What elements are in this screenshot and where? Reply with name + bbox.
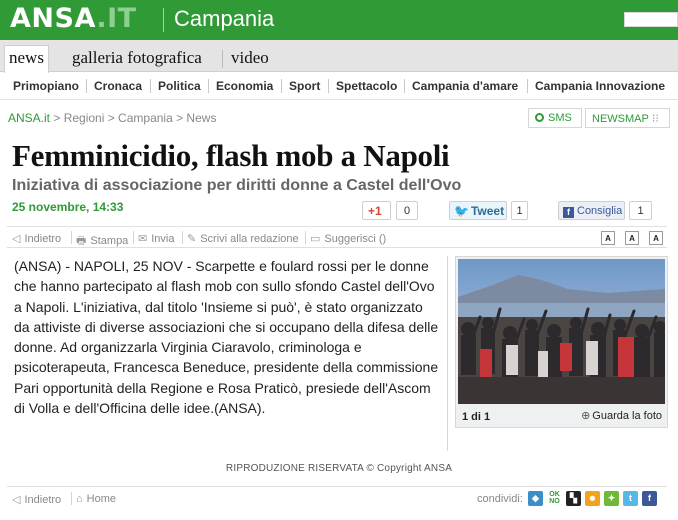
- newsmap-button[interactable]: NEWSMAP ⁝⁝: [585, 108, 670, 128]
- delicious-icon[interactable]: ◆: [528, 491, 543, 506]
- site-header: ANSA.IT Campania: [0, 0, 678, 40]
- delicious-squares-icon[interactable]: ▚: [566, 491, 581, 506]
- nav-spettacolo[interactable]: Spettacolo: [336, 79, 397, 93]
- write-editor-label: Scrivi alla redazione: [200, 233, 299, 245]
- bottom-toolbar: ◁ Indietro ⌂ Home condividi: ◆ OK NO ▚ ☻ ✦ …: [7, 486, 667, 508]
- sms-label: SMS: [548, 112, 572, 124]
- tweet-count: 1: [511, 201, 528, 220]
- twitter-icon[interactable]: t: [623, 491, 638, 506]
- breadcrumb-home[interactable]: ANSA.it: [8, 111, 50, 125]
- toolbar-divider: [305, 231, 306, 244]
- copyright-notice: RIPRODUZIONE RISERVATA © Copyright ANSA: [225, 463, 453, 474]
- section-tabs: news galleria fotografica video: [0, 40, 678, 73]
- magnifier-icon: ⊕: [581, 410, 591, 422]
- article-subtitle: Iniziativa di associazione per diritti d…: [12, 177, 462, 194]
- facebook-icon: f: [563, 207, 574, 218]
- printer-icon: 🖶: [76, 235, 87, 247]
- nav-primopiano[interactable]: Primopiano: [13, 79, 79, 93]
- print-label: Stampa: [90, 235, 129, 247]
- logo-suffix: .IT: [96, 3, 137, 34]
- home-icon: ⌂: [76, 493, 83, 505]
- pencil-icon: ✎: [187, 233, 197, 245]
- toolbar-divider: [71, 231, 72, 244]
- speech-bubble-icon: ▭: [310, 233, 321, 245]
- toolbar-divider: [182, 231, 183, 244]
- header-search-input[interactable]: [624, 12, 678, 27]
- tweet-button[interactable]: 🐦 Tweet: [449, 201, 507, 220]
- nav-divider: [328, 79, 329, 93]
- nav-economia[interactable]: Economia: [216, 79, 273, 93]
- photo-counter: 1 di 1: [462, 411, 491, 423]
- gplus-button[interactable]: +1: [362, 201, 391, 220]
- bottom-back-link[interactable]: ◁ Indietro: [12, 493, 61, 506]
- nav-divider: [150, 79, 151, 93]
- toolbar-divider: [133, 231, 134, 244]
- article-body: (ANSA) - NAPOLI, 25 NOV - Scarpette e fo…: [14, 258, 439, 417]
- send-link[interactable]: ✉ Invia: [138, 232, 174, 245]
- article-title: Femminicidio, flash mob a Napoli: [12, 138, 450, 173]
- nav-campania-innovazione[interactable]: Campania Innovazione: [535, 79, 665, 93]
- home-label: Home: [86, 493, 116, 505]
- share-label: condividi:: [477, 493, 523, 505]
- nav-sport[interactable]: Sport: [289, 79, 320, 93]
- nav-divider: [86, 79, 87, 93]
- font-increase-button[interactable]: A: [649, 231, 663, 245]
- nav-politica[interactable]: Politica: [158, 79, 201, 93]
- logo-main: ANSA: [10, 3, 97, 34]
- toolbar-divider: [71, 492, 72, 505]
- bottom-back-label: Indietro: [24, 494, 62, 506]
- oknotizie-icon[interactable]: OK NO: [547, 491, 562, 506]
- digg-icon[interactable]: ☻: [585, 491, 600, 506]
- nav-divider: [208, 79, 209, 93]
- article-toolbar: ◁ Indietro 🖶 Stampa ✉ Invia ✎ Scrivi alla re…: [7, 226, 667, 248]
- column-divider: [447, 256, 448, 451]
- suggest-link[interactable]: ▭ Suggerisci (): [310, 232, 386, 245]
- newsmap-icon: ⁝⁝: [651, 113, 659, 125]
- write-editor-link[interactable]: ✎ Scrivi alla redazione: [187, 232, 299, 245]
- sms-icon: [535, 113, 544, 122]
- view-photo-label: Guarda la foto: [592, 410, 662, 422]
- nav-divider: [527, 79, 528, 93]
- nav-cronaca[interactable]: Cronaca: [94, 79, 142, 93]
- view-photo-link[interactable]: ⊕ Guarda la foto: [581, 409, 662, 422]
- facebook-like-button[interactable]: f Consiglia: [558, 201, 625, 220]
- facebook-share-icon[interactable]: f: [642, 491, 657, 506]
- breadcrumb-path[interactable]: > Regioni > Campania > News: [50, 111, 216, 125]
- tab-divider: [222, 50, 223, 68]
- nav-divider: [281, 79, 282, 93]
- envelope-icon: ✉: [138, 233, 148, 245]
- sms-button[interactable]: SMS: [528, 108, 582, 128]
- back-arrow-icon: ◁: [12, 233, 21, 245]
- nav-campania-damare[interactable]: Campania d'amare: [412, 79, 518, 93]
- facebook-like-label: Consiglia: [577, 205, 623, 217]
- category-nav: Primopiano Cronaca Politica Economia Spo…: [0, 73, 678, 100]
- print-link[interactable]: 🖶 Stampa: [76, 232, 128, 251]
- tab-video[interactable]: video: [227, 46, 273, 72]
- facebook-like-count: 1: [629, 201, 652, 220]
- font-decrease-button[interactable]: A: [601, 231, 615, 245]
- ansa-logo[interactable]: ANSA.IT: [10, 3, 137, 34]
- font-reset-button[interactable]: A: [625, 231, 639, 245]
- myspace-icon[interactable]: ✦: [604, 491, 619, 506]
- header-divider: [163, 8, 164, 32]
- home-link[interactable]: ⌂ Home: [76, 493, 116, 505]
- gplus-count: 0: [396, 201, 418, 220]
- nav-divider: [404, 79, 405, 93]
- back-arrow-icon: ◁: [12, 494, 21, 506]
- newsmap-label: NEWSMAP: [592, 113, 649, 125]
- back-link[interactable]: ◁ Indietro: [12, 232, 61, 245]
- article-photo[interactable]: [458, 259, 665, 404]
- tab-galleria-fotografica[interactable]: galleria fotografica: [68, 46, 206, 72]
- suggest-label: Suggerisci (): [324, 233, 387, 245]
- tab-news[interactable]: news: [4, 45, 49, 73]
- article-date: 25 novembre, 14:33: [12, 200, 124, 214]
- twitter-bird-icon: 🐦: [454, 204, 469, 218]
- back-label: Indietro: [24, 233, 62, 245]
- tweet-label: Tweet: [470, 204, 505, 218]
- region-title[interactable]: Campania: [174, 6, 274, 32]
- photo-gallery-box: 1 di 1 ⊕ Guarda la foto: [455, 256, 668, 428]
- send-label: Invia: [151, 233, 175, 245]
- breadcrumb: ANSA.it > Regioni > Campania > News: [8, 111, 216, 125]
